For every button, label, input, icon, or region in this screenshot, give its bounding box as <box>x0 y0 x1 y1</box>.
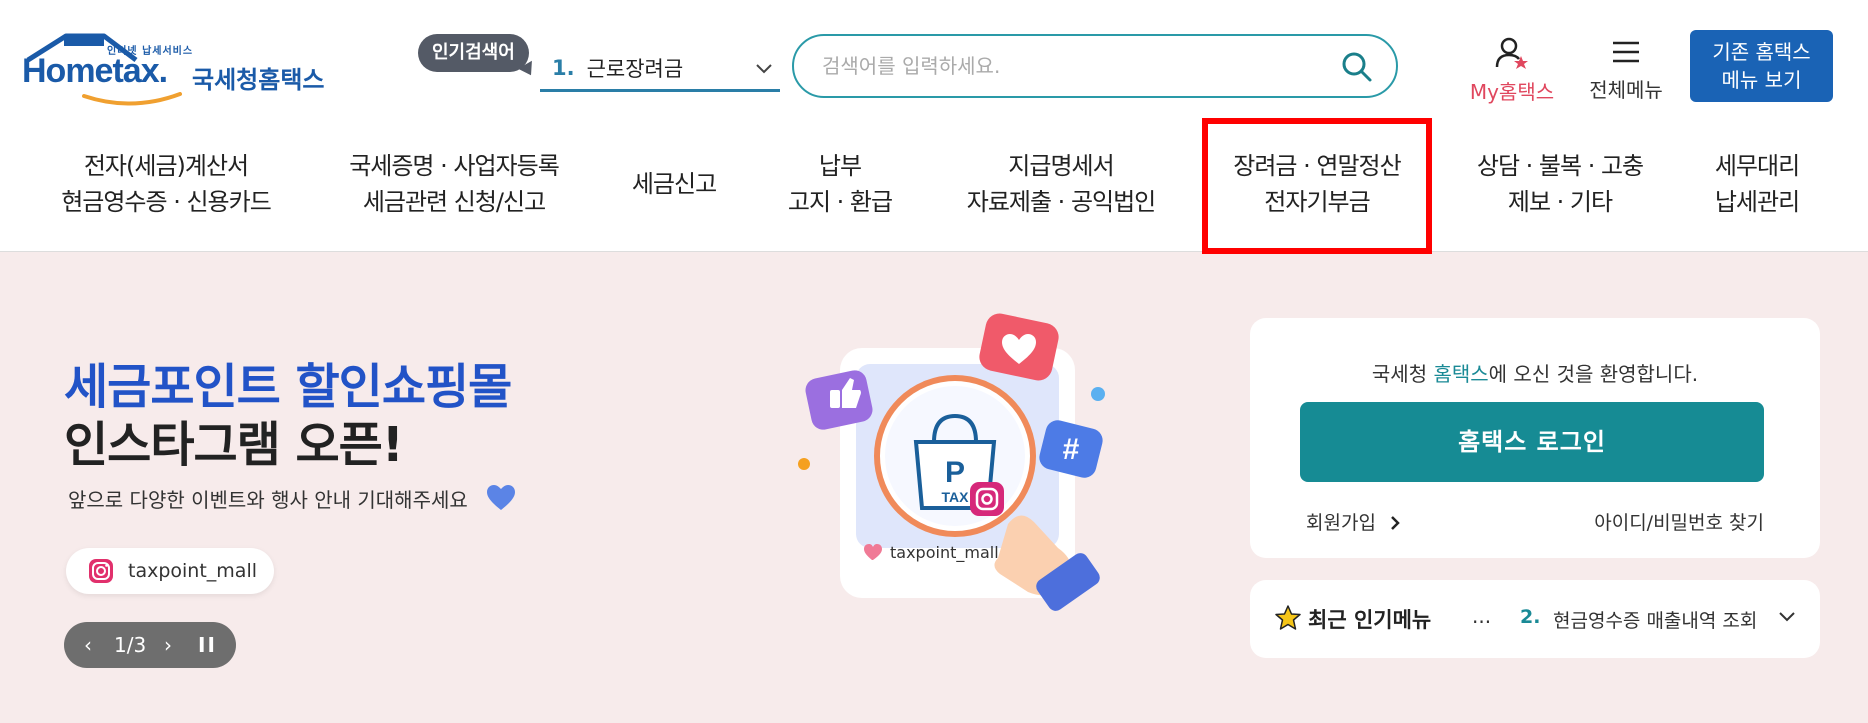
nav-payment[interactable]: 납부 고지 · 환급 <box>772 148 908 220</box>
all-menu-label: 전체메뉴 <box>1589 78 1663 102</box>
popular-search-badge: 인기검색어 <box>418 34 529 72</box>
popular-term: 근로장려금 <box>586 56 684 81</box>
nav-label-1: 세금신고 <box>631 170 717 198</box>
old-btn-line1: 기존 홈택스 <box>1712 40 1811 64</box>
old-hometax-menu-button[interactable]: 기존 홈택스 메뉴 보기 <box>1690 30 1833 102</box>
header: 인터넷 납세서비스 Hometax. 국세청홈택스 인기검색어 1. 근로장려금… <box>0 0 1868 118</box>
nav-consult-appeal[interactable]: 상담 · 불복 · 고충 제보 · 기타 <box>1462 148 1658 220</box>
popular-search-select[interactable]: 1. 근로장려금 <box>540 46 780 92</box>
next-slide-button[interactable]: › <box>164 622 172 668</box>
welcome-pre: 국세청 <box>1371 362 1434 386</box>
nav-label-2: 현금영수증 · 신용카드 <box>61 188 272 216</box>
hero-subtitle: 앞으로 다양한 이벤트와 행사 안내 기대해주세요 <box>68 488 468 512</box>
nav-label-2: 고지 · 환급 <box>787 188 893 216</box>
nav-tax-return[interactable]: 세금신고 <box>618 166 730 202</box>
nav-label-1: 세무대리 <box>1714 152 1800 180</box>
instagram-handle: taxpoint_mall <box>128 560 258 582</box>
chevron-down-icon <box>756 64 772 74</box>
logo-swoosh-icon <box>82 92 182 106</box>
illus-handle: taxpoint_mall <box>890 543 999 563</box>
recent-menu-title: 최근 인기메뉴 <box>1308 608 1432 632</box>
hometax-login-button[interactable]: 홈택스 로그인 <box>1300 402 1764 482</box>
find-id-password-link[interactable]: 아이디/비밀번호 찾기 <box>1594 508 1764 535</box>
search-icon[interactable] <box>1340 50 1374 84</box>
prev-slide-button[interactable]: ‹ <box>84 622 92 668</box>
login-card: 국세청 홈택스에 오신 것을 환영합니다. 홈택스 로그인 회원가입 아이디/비… <box>1250 318 1820 558</box>
nav-e-invoice[interactable]: 전자(세금)계산서 현금영수증 · 신용카드 <box>50 148 282 220</box>
nav-label-2: 자료제출 · 공익법인 <box>966 188 1157 216</box>
logo-wordmark: Hometax. <box>22 52 168 90</box>
search-input[interactable] <box>822 50 1322 82</box>
nav-label-2: 제보 · 기타 <box>1507 188 1613 216</box>
all-menu-button[interactable]: 전체메뉴 <box>1580 36 1672 103</box>
instagram-icon <box>89 559 113 583</box>
recent-popular-menu: 최근 인기메뉴 ... 2. 현금영수증 매출내역 조회 <box>1250 580 1820 658</box>
illus-hashtag: # <box>1063 433 1080 466</box>
nav-label-1: 전자(세금)계산서 <box>83 152 249 180</box>
nav-label-1: 상담 · 불복 · 고충 <box>1476 152 1644 180</box>
recent-menu-item[interactable]: 현금영수증 매출내역 조회 <box>1553 606 1773 633</box>
welcome-post: 에 오신 것을 환영합니다. <box>1488 362 1699 386</box>
logo-korean-name: 국세청홈택스 <box>192 66 325 94</box>
welcome-message: 국세청 홈택스에 오신 것을 환영합니다. <box>1250 358 1820 387</box>
nav-label-1: 납부 <box>818 152 862 180</box>
pause-slide-button[interactable]: II <box>198 622 217 668</box>
nav-label-1: 지급명세서 <box>1008 152 1114 180</box>
signup-label: 회원가입 <box>1306 512 1376 534</box>
heart-icon <box>487 485 515 510</box>
nav-payment-statement[interactable]: 지급명세서 자료제출 · 공익법인 <box>956 148 1166 220</box>
hamburger-icon <box>1613 41 1639 63</box>
hero-title-line2: 인스타그램 오픈! <box>64 417 404 473</box>
instagram-shopping-illustration: P TAX # taxpoint_mall <box>798 313 1105 611</box>
nav-label-2: 납세관리 <box>1714 188 1800 216</box>
search-box[interactable] <box>792 34 1398 98</box>
main-navigation: 전자(세금)계산서 현금영수증 · 신용카드 국세증명 · 사업자등록 세금관련… <box>0 118 1868 252</box>
highlight-box <box>1202 118 1432 254</box>
chevron-down-icon[interactable] <box>1778 610 1796 624</box>
recent-menu-rank: 2. <box>1520 606 1541 628</box>
nav-tax-agent[interactable]: 세무대리 납세관리 <box>1706 148 1808 220</box>
slide-counter: 1/3 <box>114 633 147 657</box>
old-btn-line2: 메뉴 보기 <box>1721 68 1802 92</box>
user-star-icon <box>1495 37 1528 69</box>
welcome-brand: 홈택스 <box>1433 362 1489 386</box>
my-hometax-button[interactable]: My홈택스 <box>1462 36 1562 105</box>
hero-banner: 세금포인트 할인쇼핑몰 인스타그램 오픈! 앞으로 다양한 이벤트와 행사 안내… <box>0 252 1868 723</box>
nav-tax-certificate[interactable]: 국세증명 · 사업자등록 세금관련 신청/신고 <box>334 148 574 220</box>
instagram-link[interactable]: taxpoint_mall <box>66 548 274 594</box>
nav-label-2: 세금관련 신청/신고 <box>362 188 546 216</box>
hometax-logo[interactable]: 인터넷 납세서비스 Hometax. 국세청홈택스 <box>22 30 332 110</box>
chevron-right-icon <box>1391 516 1400 530</box>
nav-label-1: 국세증명 · 사업자등록 <box>349 152 560 180</box>
signup-link[interactable]: 회원가입 <box>1306 508 1402 535</box>
illus-p-letter: P <box>945 456 965 489</box>
star-icon <box>1275 605 1301 630</box>
recent-menu-more[interactable]: ... <box>1472 604 1491 628</box>
my-hometax-label: My홈택스 <box>1469 80 1555 104</box>
banner-pager: ‹ 1/3 › II <box>64 622 236 668</box>
illus-tax-label: TAX <box>942 489 970 505</box>
popular-rank: 1. <box>552 55 575 80</box>
